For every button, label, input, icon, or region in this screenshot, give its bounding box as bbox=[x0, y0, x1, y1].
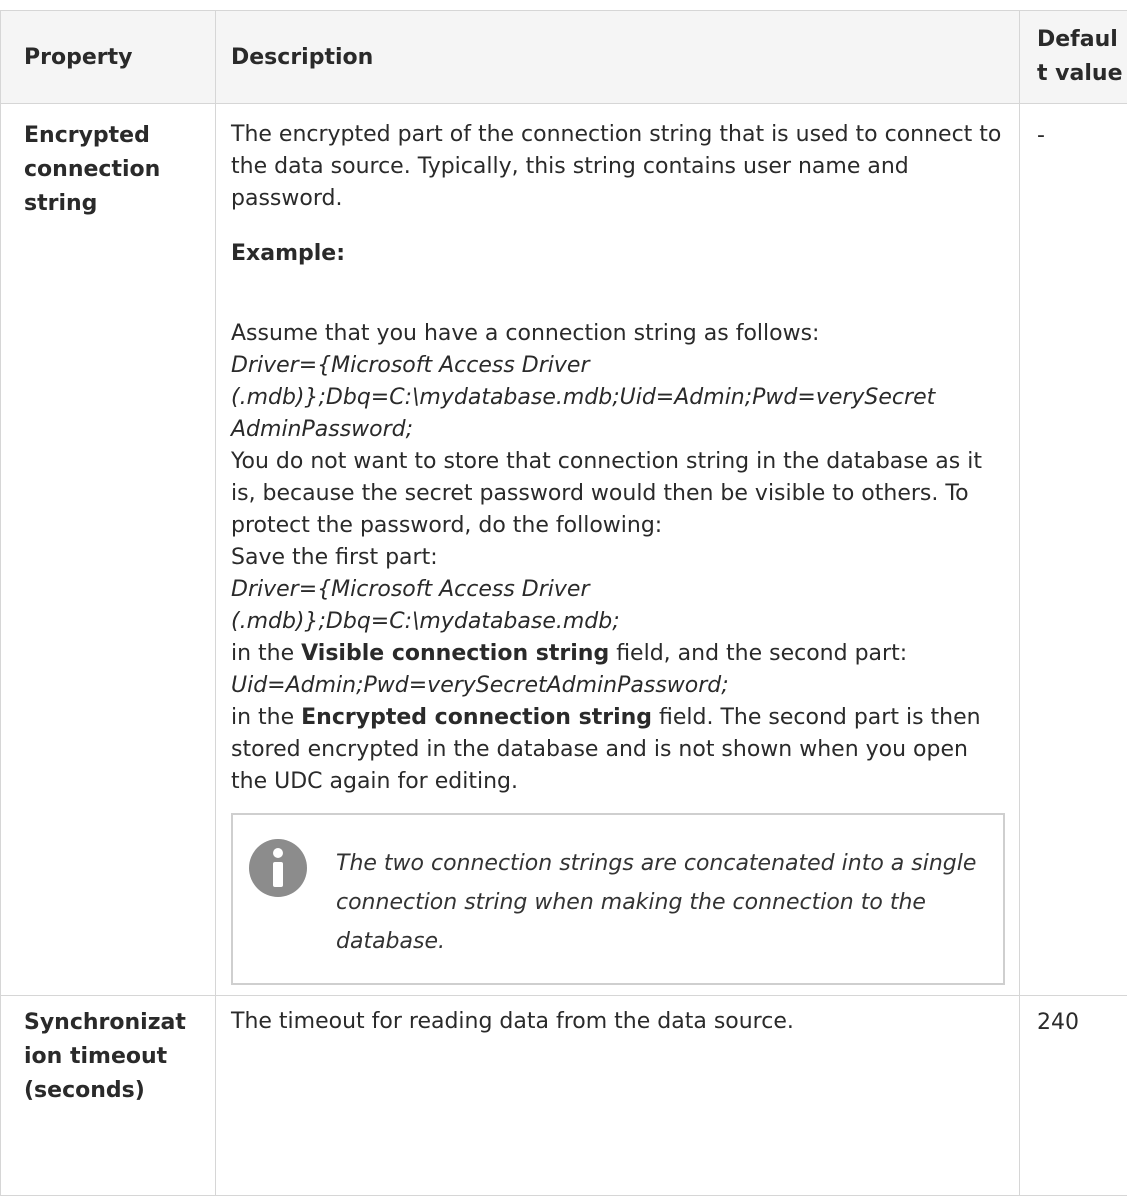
text-field-and-second: field, and the second part: bbox=[609, 641, 908, 666]
property-name: Synchronizat ion timeout (seconds) bbox=[0, 995, 216, 1196]
example-explanation: You do not want to store that connection… bbox=[231, 449, 982, 538]
table-row: Synchronizat ion timeout (seconds) The t… bbox=[0, 995, 1127, 1196]
property-line: connection bbox=[24, 157, 161, 182]
table-row: Encrypted connection string The encrypte… bbox=[0, 103, 1127, 996]
example-visible-field-sentence: in the Visible connection string field, … bbox=[231, 638, 1005, 670]
header-property: Property bbox=[0, 10, 216, 104]
note-text: The two connection strings are concatena… bbox=[336, 851, 977, 954]
property-line: Encrypted bbox=[24, 123, 150, 148]
table-header-row: Property Description Defaul t value bbox=[0, 10, 1127, 104]
example-body: Assume that you have a connection string… bbox=[231, 318, 1005, 798]
example-full-string-line2: (.mdb)};Dbq=C:\mydatabase.mdb;Uid=Admin;… bbox=[231, 385, 936, 410]
description-intro: The encrypted part of the connection str… bbox=[231, 122, 1002, 211]
example-save-first: Save the first part: bbox=[231, 545, 438, 570]
info-icon bbox=[249, 839, 307, 897]
property-line: string bbox=[24, 191, 98, 216]
property-description: The encrypted part of the connection str… bbox=[215, 103, 1020, 996]
note-box: The two connection strings are concatena… bbox=[231, 813, 1005, 985]
property-name: Encrypted connection string bbox=[0, 103, 216, 996]
example-first-part-line2: (.mdb)};Dbq=C:\mydatabase.mdb; bbox=[231, 609, 620, 634]
text-in-the: in the bbox=[231, 705, 302, 730]
property-line: Synchronizat bbox=[24, 1010, 186, 1035]
header-default-line2: t value bbox=[1037, 61, 1123, 86]
text-in-the: in the bbox=[231, 641, 302, 666]
example-heading: Example: bbox=[231, 241, 345, 266]
visible-connection-string-term: Visible connection string bbox=[301, 641, 610, 666]
header-default-value: Defaul t value bbox=[1019, 10, 1127, 104]
header-default-line1: Defaul bbox=[1037, 27, 1118, 52]
property-default: 240 bbox=[1019, 995, 1127, 1196]
example-encrypted-field-sentence: in the Encrypted connection string field… bbox=[231, 702, 1005, 798]
header-description: Description bbox=[215, 10, 1020, 104]
example-full-string-line3: AdminPassword; bbox=[231, 417, 414, 442]
property-description: The timeout for reading data from the da… bbox=[215, 995, 1020, 1196]
property-line: ion timeout bbox=[24, 1044, 168, 1069]
example-first-part-line1: Driver={Microsoft Access Driver bbox=[231, 577, 590, 602]
property-line: (seconds) bbox=[24, 1078, 145, 1103]
example-assume: Assume that you have a connection string… bbox=[231, 321, 820, 346]
example-full-string-line1: Driver={Microsoft Access Driver bbox=[231, 353, 590, 378]
properties-table: Property Description Defaul t value Encr… bbox=[0, 10, 1127, 1196]
property-default: - bbox=[1019, 103, 1127, 996]
encrypted-connection-string-term: Encrypted connection string bbox=[301, 705, 653, 730]
example-second-part: Uid=Admin;Pwd=verySecretAdminPassword; bbox=[231, 673, 729, 698]
